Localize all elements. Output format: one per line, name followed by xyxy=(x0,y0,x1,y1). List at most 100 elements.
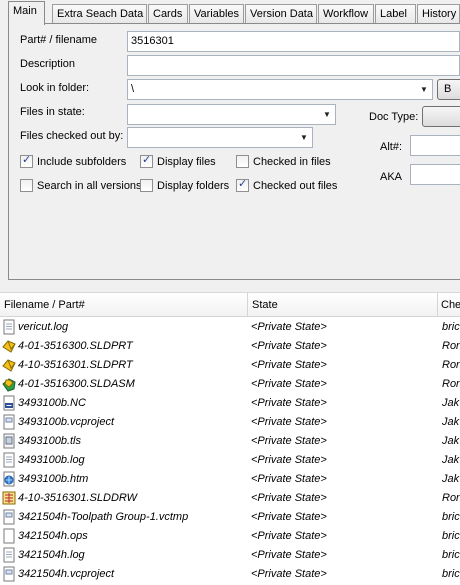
row-filename: 4-01-3516300.SLDASM xyxy=(18,378,135,390)
tab-bar: Main Extra Seach Data Cards Variables Ve… xyxy=(0,0,460,25)
row-state: <Private State> xyxy=(251,435,327,447)
tab-label[interactable]: Label xyxy=(375,4,416,24)
tab-workflow[interactable]: Workflow xyxy=(318,4,374,24)
row-checked-out-by: Ron xyxy=(442,492,460,504)
solidworks-assembly-icon xyxy=(2,378,16,392)
doctype-label: Doc Type: xyxy=(369,111,419,123)
browse-button[interactable]: B xyxy=(437,79,460,100)
row-filename: 3493100b.tls xyxy=(18,435,81,447)
table-row[interactable]: 3493100b.tls <Private State> Jak xyxy=(0,432,460,451)
row-state: <Private State> xyxy=(251,473,327,485)
row-state: <Private State> xyxy=(251,359,327,371)
row-state: <Private State> xyxy=(251,454,327,466)
table-row[interactable]: 3421504h.vcproject <Private State> bric xyxy=(0,565,460,584)
project-file-icon xyxy=(3,414,15,430)
tab-history[interactable]: History xyxy=(417,4,460,24)
row-checked-out-by: Jak xyxy=(442,435,460,447)
display-folders-label: Display folders xyxy=(157,180,230,192)
column-header-state[interactable]: State xyxy=(248,293,438,317)
row-checked-out-by: bric xyxy=(442,530,460,542)
aka-input[interactable] xyxy=(410,164,460,185)
chevron-down-icon: ▼ xyxy=(323,110,331,119)
part-label: Part# / filename xyxy=(20,34,98,46)
tab-cards[interactable]: Cards xyxy=(148,4,188,24)
checked-out-files-checkbox[interactable] xyxy=(236,177,249,192)
row-checked-out-by: bric xyxy=(442,321,460,333)
row-state: <Private State> xyxy=(251,511,327,523)
row-state: <Private State> xyxy=(251,378,327,390)
checked-in-files-label: Checked in files xyxy=(253,156,331,168)
row-filename: vericut.log xyxy=(18,321,69,333)
row-checked-out-by: bric xyxy=(442,568,460,580)
row-checked-out-by: Jak xyxy=(442,416,460,428)
row-checked-out-by: Ron xyxy=(442,340,460,352)
table-row[interactable]: 3421504h-Toolpath Group-1.vctmp <Private … xyxy=(0,508,460,527)
column-header-checked-out-by[interactable]: Che xyxy=(438,293,460,317)
table-row[interactable]: 3493100b.htm <Private State> Jak xyxy=(0,470,460,489)
checked-out-dropdown[interactable]: ▼ xyxy=(127,127,313,148)
solidworks-part-icon xyxy=(2,340,16,353)
row-state: <Private State> xyxy=(251,530,327,542)
search-all-versions-label: Search in all versions xyxy=(37,180,142,192)
include-subfolders-checkbox[interactable] xyxy=(20,153,33,168)
folder-label: Look in folder: xyxy=(20,82,90,94)
include-subfolders-label: Include subfolders xyxy=(37,156,127,168)
display-files-checkbox[interactable] xyxy=(140,153,153,168)
row-state: <Private State> xyxy=(251,416,327,428)
row-checked-out-by: bric xyxy=(442,549,460,561)
search-all-versions-checkbox[interactable] xyxy=(20,179,33,192)
table-row[interactable]: 4-10-3516301.SLDDRW <Private State> Ron xyxy=(0,489,460,508)
tab-extra-search-data[interactable]: Extra Seach Data xyxy=(52,4,147,24)
table-row[interactable]: 3493100b.log <Private State> Jak xyxy=(0,451,460,470)
tab-variables[interactable]: Variables xyxy=(189,4,244,24)
alt-input[interactable] xyxy=(410,135,460,156)
row-filename: 4-10-3516301.SLDPRT xyxy=(18,359,133,371)
row-filename: 4-10-3516301.SLDDRW xyxy=(18,492,138,504)
tool-file-icon xyxy=(3,433,15,449)
table-row[interactable]: vericut.log <Private State> bric xyxy=(0,318,460,337)
tab-main[interactable]: Main xyxy=(8,1,45,25)
table-row[interactable]: 3421504h.ops <Private State> bric xyxy=(0,527,460,546)
row-checked-out-by: Jak xyxy=(442,397,460,409)
table-row[interactable]: 3493100b.vcproject <Private State> Jak xyxy=(0,413,460,432)
alt-label: Alt#: xyxy=(380,141,403,153)
tab-version-data[interactable]: Version Data xyxy=(245,4,317,24)
state-dropdown[interactable]: ▼ xyxy=(127,104,336,125)
table-row[interactable]: 4-01-3516300.SLDASM <Private State> Ron xyxy=(0,375,460,394)
folder-value: \ xyxy=(131,83,135,95)
aka-label: AKA xyxy=(380,171,403,183)
row-filename: 3493100b.vcproject xyxy=(18,416,115,428)
project-file-icon xyxy=(3,509,15,525)
folder-dropdown[interactable]: \ ▼ xyxy=(127,79,433,100)
row-filename: 3421504h.ops xyxy=(18,530,88,542)
row-filename: 3421504h.vcproject xyxy=(18,568,115,580)
table-row[interactable]: 3421504h.log <Private State> bric xyxy=(0,546,460,565)
description-input[interactable] xyxy=(127,55,460,76)
html-file-icon xyxy=(3,471,15,487)
row-state: <Private State> xyxy=(251,321,327,333)
table-row[interactable]: 4-01-3516300.SLDPRT <Private State> Ron xyxy=(0,337,460,356)
solidworks-drawing-icon xyxy=(2,491,16,505)
row-checked-out-by: Ron xyxy=(442,359,460,371)
part-input[interactable]: 3516301 xyxy=(127,31,460,52)
description-label: Description xyxy=(20,58,76,70)
table-row[interactable]: 3493100b.NC <Private State> Jak xyxy=(0,394,460,413)
nc-file-icon xyxy=(3,395,15,411)
doctype-button[interactable] xyxy=(422,106,460,127)
row-filename: 3493100b.htm xyxy=(18,473,89,485)
chevron-down-icon: ▼ xyxy=(300,133,308,142)
checked-in-files-checkbox[interactable] xyxy=(236,155,249,168)
row-filename: 3493100b.NC xyxy=(18,397,86,409)
state-label: Files in state: xyxy=(20,106,85,118)
column-header-filename[interactable]: Filename / Part# xyxy=(0,293,248,317)
blank-file-icon xyxy=(3,528,15,544)
text-file-icon xyxy=(3,452,15,468)
list-header: Filename / Part# State Che xyxy=(0,293,460,317)
row-state: <Private State> xyxy=(251,549,327,561)
row-filename: 4-01-3516300.SLDPRT xyxy=(18,340,133,352)
checked-out-files-label: Checked out files xyxy=(253,180,338,192)
display-folders-checkbox[interactable] xyxy=(140,179,153,192)
table-row[interactable]: 4-10-3516301.SLDPRT <Private State> Ron xyxy=(0,356,460,375)
chevron-down-icon: ▼ xyxy=(420,85,428,94)
row-filename: 3421504h-Toolpath Group-1.vctmp xyxy=(18,511,189,523)
